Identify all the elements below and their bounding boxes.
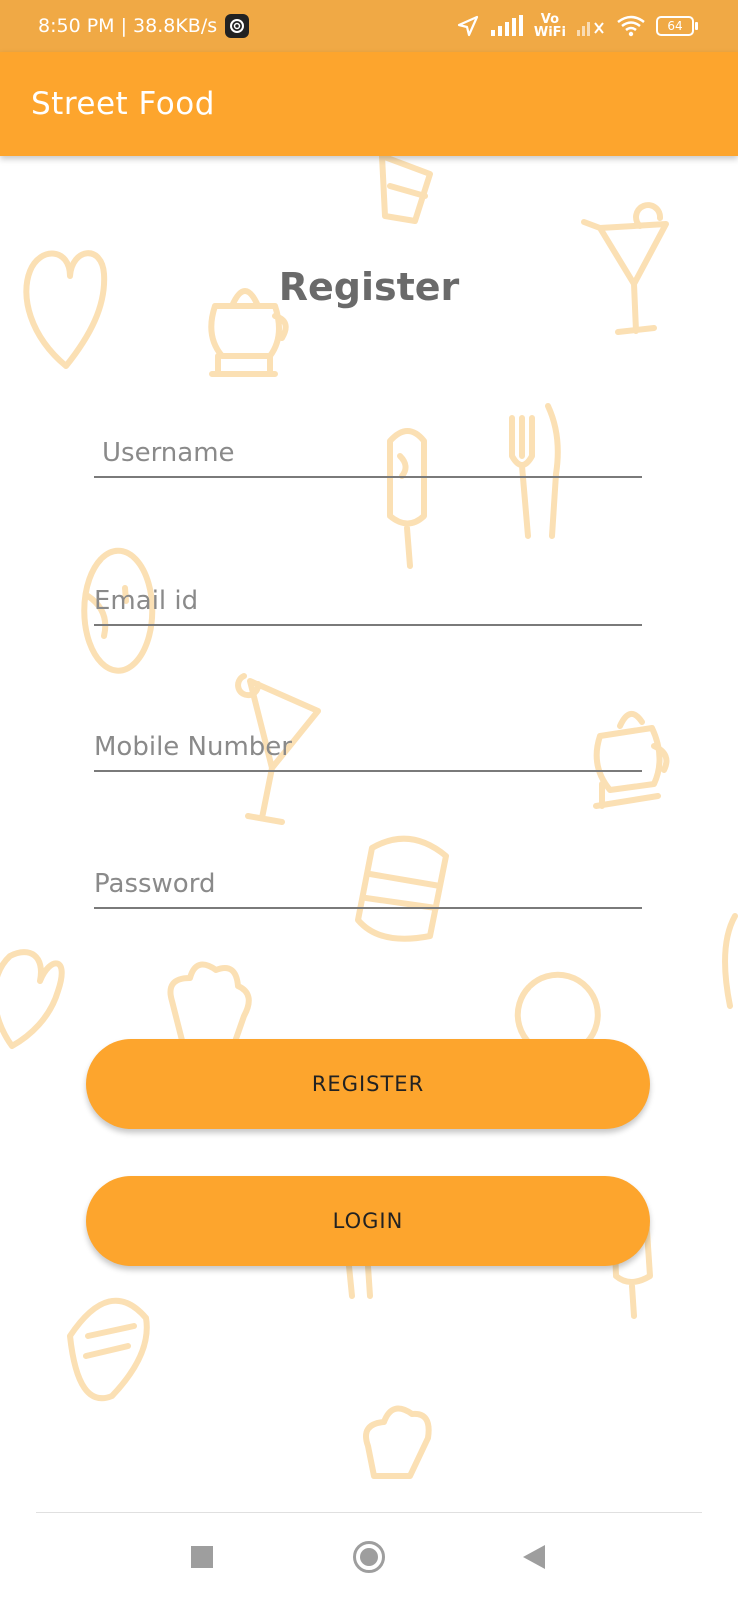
signal-icon xyxy=(490,15,523,36)
recents-button[interactable] xyxy=(189,1540,215,1574)
page-title: Register xyxy=(278,265,460,309)
vowifi-bottom-label: WiFi xyxy=(533,25,566,40)
login-button[interactable]: LOGIN xyxy=(86,1176,650,1266)
notification-app-icon xyxy=(225,14,250,38)
triangle-back-icon xyxy=(523,1545,545,1569)
battery-level: 64 xyxy=(667,19,683,33)
cup-doodle xyxy=(379,156,433,224)
status-bar: 8:50 PM | 38.8KB/s Vo WiFi 64 xyxy=(0,0,738,52)
vowifi-indicator: Vo WiFi xyxy=(534,13,566,39)
username-field[interactable] xyxy=(94,430,642,478)
mobile-field[interactable] xyxy=(94,724,642,772)
signal-no-service-icon xyxy=(577,22,604,36)
email-input[interactable] xyxy=(94,578,642,624)
back-button[interactable] xyxy=(522,1540,546,1574)
battery-icon: 64 xyxy=(656,16,698,36)
status-time-speed: 8:50 PM | 38.8KB/s xyxy=(38,15,218,37)
partial-doodle-right xyxy=(722,913,738,1009)
location-icon xyxy=(457,15,478,37)
app-title: Street Food xyxy=(31,86,215,122)
username-input[interactable] xyxy=(94,430,642,476)
home-button[interactable] xyxy=(352,1540,386,1574)
food-doodle-background xyxy=(0,156,738,1479)
circle-home-icon xyxy=(353,1541,385,1573)
mobile-input[interactable] xyxy=(94,724,642,770)
status-left: 8:50 PM | 38.8KB/s xyxy=(38,14,250,38)
app-bar: Street Food xyxy=(0,52,738,156)
chef-hat-doodle-2 xyxy=(363,1405,432,1479)
wifi-icon xyxy=(617,15,645,37)
hotdog-doodle xyxy=(67,1297,150,1402)
nav-divider xyxy=(36,1512,702,1513)
status-right: Vo WiFi 64 xyxy=(456,13,698,39)
heart-doodle-2 xyxy=(0,949,65,1049)
square-recents-icon xyxy=(191,1546,213,1568)
password-input[interactable] xyxy=(94,861,642,907)
password-field[interactable] xyxy=(94,861,642,909)
email-field[interactable] xyxy=(94,578,642,626)
register-button[interactable]: REGISTER xyxy=(86,1039,650,1129)
